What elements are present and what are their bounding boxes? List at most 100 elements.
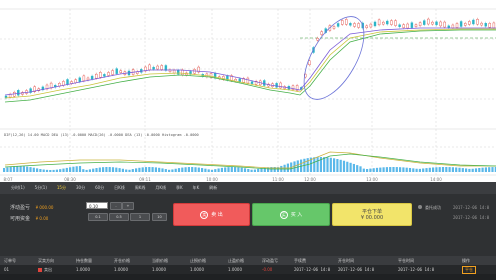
status-footer: [0, 274, 496, 280]
macd-bar: [164, 169, 167, 172]
table-cell: 1.0000: [114, 267, 128, 272]
candle: [414, 24, 418, 27]
candle: [492, 22, 496, 29]
macd-bar: [356, 165, 359, 172]
macd-bar: [210, 169, 214, 172]
tab-timeframe[interactable]: 5分(1): [30, 182, 52, 194]
candle: [66, 79, 69, 85]
close-position-button[interactable]: 平仓下单 ¥ 00.000: [332, 203, 412, 226]
candle: [386, 20, 389, 25]
candle: [472, 19, 475, 25]
macd-bar: [62, 168, 65, 172]
macd-bar: [78, 166, 82, 172]
table-header-cell: 订单号: [4, 258, 16, 263]
candle: [74, 79, 77, 83]
macd-bar: [247, 168, 250, 172]
macd-bar: [22, 166, 25, 172]
candle: [418, 22, 422, 26]
macd-bar: [333, 158, 336, 172]
macd-bar: [158, 167, 161, 172]
macd-bar: [92, 168, 95, 172]
candle: [156, 65, 159, 70]
buy-button[interactable]: 买 买 入: [252, 203, 330, 226]
kline-chart[interactable]: DIF(12,26) 14.00 MACD DEA (13) -0.0000 M…: [0, 0, 496, 182]
available-funds-label: 可用资金: [10, 216, 31, 222]
macd-bar: [230, 167, 233, 172]
qty-preset-button[interactable]: 1: [130, 213, 150, 221]
available-funds-row: 可用资金 ¥ 0.00: [10, 215, 48, 222]
price-chart-canvas[interactable]: DIF(12,26) 14.00 MACD DEA (13) -0.0000 M…: [0, 0, 496, 182]
macd-bar: [75, 166, 78, 172]
macd-bar: [389, 167, 392, 172]
tab-timeframe-active[interactable]: 15分: [52, 182, 71, 194]
candle: [439, 21, 442, 27]
tab-timeframe[interactable]: 月K线: [150, 182, 171, 194]
candle: [353, 23, 356, 27]
tab-timeframe[interactable]: 30分: [71, 182, 90, 194]
candle: [94, 73, 98, 79]
macd-bar: [161, 168, 164, 172]
macd-bar: [32, 167, 35, 172]
macd-bar: [184, 167, 187, 172]
qty-increment-button[interactable]: +: [122, 202, 134, 210]
macd-bar: [405, 167, 408, 172]
tab-timeframe[interactable]: 分时(1): [6, 182, 30, 194]
candle: [447, 25, 450, 29]
macd-bar: [461, 168, 464, 172]
macd-bar: [484, 167, 487, 172]
macd-bar: [445, 167, 448, 172]
macd-bar: [316, 157, 319, 172]
macd-bar: [26, 166, 29, 172]
side-info-time: 2017-12-06 14:0: [453, 205, 490, 210]
refresh-tab[interactable]: 刷新: [204, 182, 222, 194]
candle: [246, 77, 250, 84]
macd-bar: [359, 166, 362, 172]
table-row[interactable]: 01 卖出 1.0000 1.0000 1.0000 1.0000 1.0000…: [0, 265, 496, 274]
table-header-cell: 当前价格: [152, 258, 168, 263]
macd-bar: [29, 167, 32, 172]
macd-bar: [135, 168, 138, 172]
qty-preset-button[interactable]: 0.5: [109, 213, 129, 221]
tab-timeframe[interactable]: 年K: [188, 182, 205, 194]
candle: [484, 23, 487, 27]
macd-bar: [42, 169, 45, 172]
sell-button-label: 卖 出: [211, 212, 223, 218]
macd-bar: [369, 168, 372, 172]
available-funds-value: ¥ 0.00: [35, 216, 49, 221]
tab-timeframe[interactable]: 季K: [171, 182, 188, 194]
candle: [115, 68, 118, 74]
quantity-input[interactable]: 0.10: [86, 202, 108, 209]
macd-bar: [402, 167, 405, 172]
macd-bar: [98, 167, 101, 172]
table-cell: 1.0000: [190, 267, 204, 272]
ma-line-green: [4, 29, 496, 103]
macd-bar: [16, 166, 19, 172]
tab-timeframe[interactable]: 周K线: [130, 182, 151, 194]
table-header-cell: 开仓时间: [338, 258, 354, 263]
qty-preset-button[interactable]: 10: [152, 213, 167, 221]
qty-preset-button[interactable]: 0.1: [88, 213, 108, 221]
macd-bar: [342, 160, 346, 172]
macd-bar: [329, 157, 332, 172]
macd-bar: [181, 167, 184, 172]
macd-bar: [488, 167, 491, 172]
macd-bar: [372, 168, 375, 172]
qty-decrement-button[interactable]: -: [110, 202, 122, 210]
candle: [390, 20, 393, 25]
macd-bar: [491, 167, 494, 172]
tab-timeframe[interactable]: 日K线: [109, 182, 130, 194]
macd-bar: [125, 169, 128, 172]
macd-bar: [72, 166, 75, 172]
close-row-button[interactable]: 平仓: [462, 266, 476, 274]
sell-button[interactable]: 卖 卖 出: [173, 203, 250, 226]
candle: [160, 65, 164, 70]
buy-button-label: 买 入: [290, 212, 303, 218]
tab-timeframe[interactable]: 60分: [90, 182, 109, 194]
macd-bar: [12, 166, 16, 172]
candle: [435, 21, 438, 26]
candle: [336, 23, 340, 27]
candle: [291, 85, 295, 91]
candle: [176, 70, 180, 75]
macd-bar: [418, 168, 421, 172]
candle: [394, 20, 397, 26]
